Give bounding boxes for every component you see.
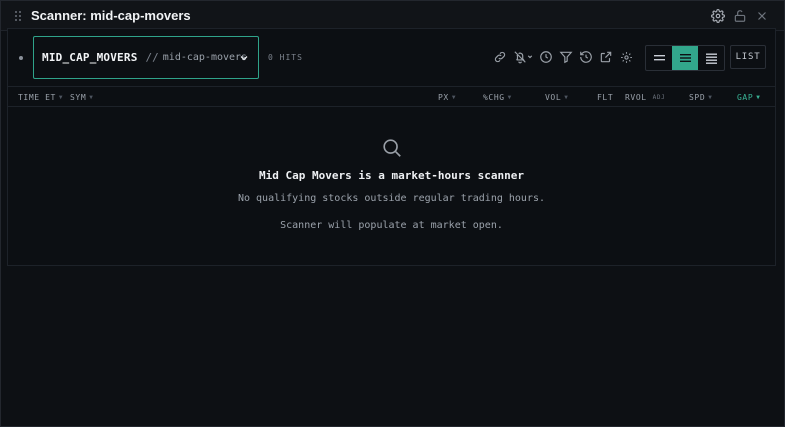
empty-state: Mid Cap Movers is a market-hours scanner… xyxy=(8,107,775,267)
normal-rows-icon xyxy=(679,54,691,62)
window-controls xyxy=(710,8,770,24)
hits-count: 0 HITS xyxy=(268,53,303,62)
chevron-down-icon: ▼ xyxy=(708,94,713,101)
view-expanded-button[interactable] xyxy=(698,46,724,70)
scanner-panel: MID_CAP_MOVERS // mid-cap-movers 0 HITS xyxy=(7,28,776,266)
col-time[interactable]: TIME ET ▼ xyxy=(18,93,63,102)
empty-state-title: Mid Cap Movers is a market-hours scanner xyxy=(259,169,524,182)
external-link-icon[interactable] xyxy=(598,49,614,65)
gear-icon[interactable] xyxy=(710,8,726,24)
link-icon[interactable] xyxy=(492,49,508,65)
scanner-dropdown[interactable]: MID_CAP_MOVERS // mid-cap-movers xyxy=(33,36,259,79)
col-chg[interactable]: %CHG ▼ xyxy=(483,93,512,102)
chevron-down-icon: ▼ xyxy=(89,94,94,101)
expanded-rows-icon xyxy=(705,53,717,64)
compact-rows-icon xyxy=(653,55,665,61)
search-icon xyxy=(383,139,401,157)
col-gap[interactable]: GAP ▼ xyxy=(737,93,760,102)
title-bar[interactable]: Scanner: mid-cap-movers xyxy=(1,1,784,31)
rvol-adj-tag: ADJ xyxy=(652,94,666,101)
close-icon[interactable] xyxy=(754,8,770,24)
drag-handle-icon[interactable] xyxy=(14,10,22,22)
bell-off-icon[interactable] xyxy=(512,49,534,65)
scanner-separator: // xyxy=(145,51,159,64)
chevron-down-icon xyxy=(240,56,248,61)
window-title: Scanner: mid-cap-movers xyxy=(31,8,191,23)
status-dot xyxy=(19,56,23,60)
view-density-toggle xyxy=(645,45,725,71)
settings-icon[interactable] xyxy=(618,49,634,65)
empty-state-hint: Scanner will populate at market open. xyxy=(280,220,503,231)
scanner-toolbar: MID_CAP_MOVERS // mid-cap-movers 0 HITS xyxy=(8,29,775,87)
col-sym[interactable]: SYM ▼ xyxy=(70,93,93,102)
scanner-window: Scanner: mid-cap-movers MID_CAP_MOVERS /… xyxy=(0,0,785,427)
scanner-slug-label: mid-cap-movers xyxy=(162,52,248,63)
view-compact-button[interactable] xyxy=(646,46,672,70)
filter-icon[interactable] xyxy=(558,49,574,65)
col-rvol[interactable]: RVOL ADJ xyxy=(625,93,665,102)
col-px[interactable]: PX ▼ xyxy=(438,93,456,102)
chevron-down-icon: ▼ xyxy=(507,94,512,101)
scanner-id-label: MID_CAP_MOVERS xyxy=(42,51,138,64)
column-header-row: TIME ET ▼ SYM ▼ PX ▼ %CHG ▼ VOL ▼ FLT RVOL ADJ… xyxy=(8,87,775,107)
chevron-down-icon: ▼ xyxy=(58,94,64,101)
lock-icon[interactable] xyxy=(732,8,748,24)
col-spd[interactable]: SPD ▼ xyxy=(689,93,712,102)
list-view-button[interactable]: LIST xyxy=(730,45,766,69)
clock-icon[interactable] xyxy=(538,49,554,65)
toolbar-actions xyxy=(492,49,634,65)
view-normal-button[interactable] xyxy=(672,46,698,70)
col-flt[interactable]: FLT xyxy=(597,93,613,102)
col-vol[interactable]: VOL ▼ xyxy=(545,93,568,102)
history-icon[interactable] xyxy=(578,49,594,65)
empty-state-message: No qualifying stocks outside regular tra… xyxy=(237,193,546,204)
chevron-down-icon: ▼ xyxy=(756,94,761,101)
chevron-down-icon: ▼ xyxy=(451,94,457,101)
chevron-down-icon: ▼ xyxy=(564,94,569,101)
